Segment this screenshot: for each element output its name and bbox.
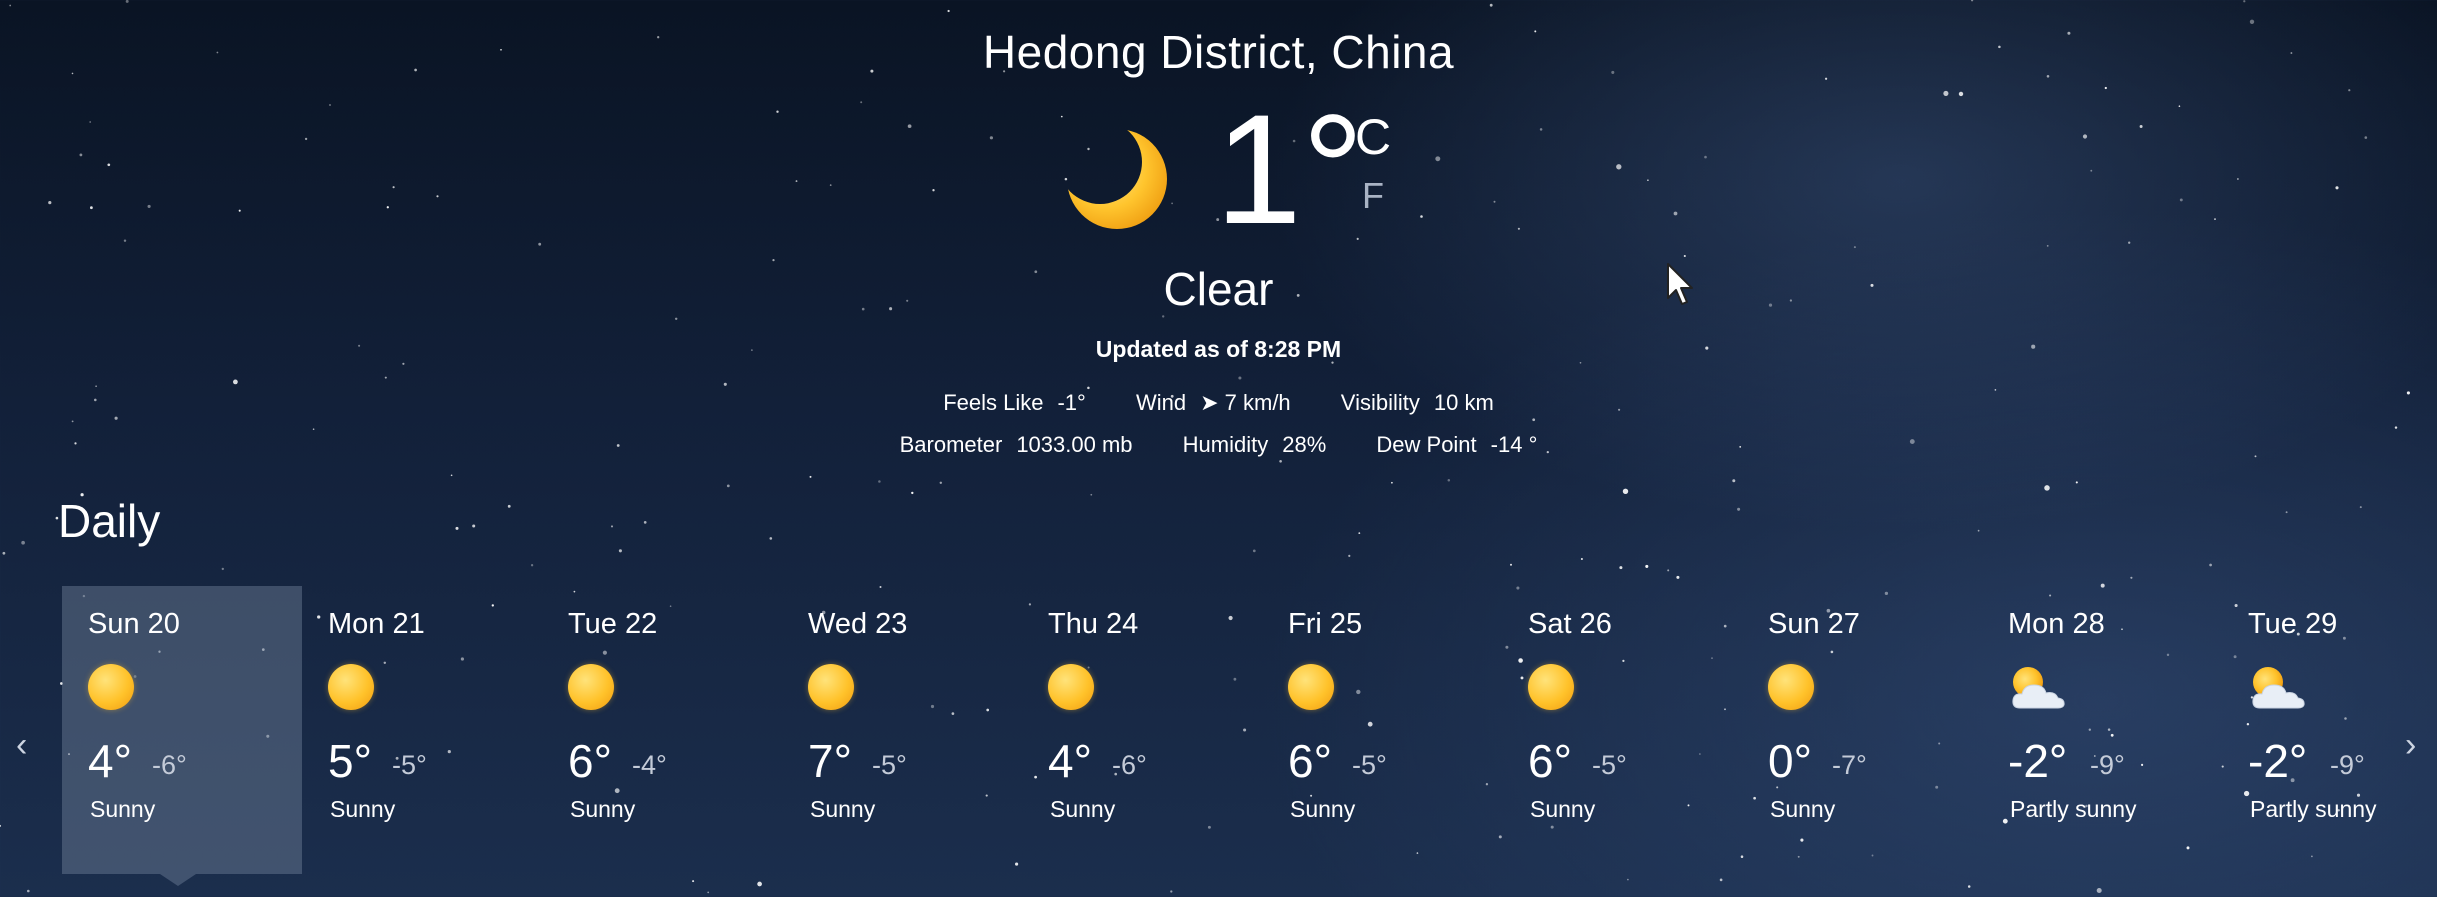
barometer-label: Barometer [899,432,1003,457]
forecast-condition: Sunny [1290,796,1356,822]
forecast-day-label: Mon 28 [2008,608,2105,640]
current-temperature: 1° [1215,83,1365,257]
humidity-label: Humidity [1182,432,1269,457]
forecast-condition: Sunny [330,796,396,822]
forecast-day-label: Wed 23 [808,608,908,640]
location-title: Hedong District, China [982,26,1455,78]
visibility: Visibility 10 km [1341,390,1494,416]
forecast-high-temp: 5° [328,735,372,787]
feels-like-value: -1° [1057,390,1086,415]
forecast-day-label: Thu 24 [1048,608,1139,640]
sun-icon [808,664,858,714]
forecast-day[interactable]: Tue 29 -2° -9° Partly sunny [2222,586,2437,874]
visibility-label: Visibility [1340,390,1420,415]
forecast-condition: Sunny [810,796,876,822]
barometer-value: 1033.00 mb [1016,432,1133,457]
sun-icon [1288,664,1338,714]
forecast-high-temp: -2° [2008,735,2068,787]
forecast-high-temp: 6° [1288,735,1332,787]
humidity-value: 28% [1282,432,1327,457]
sun-icon [88,664,138,714]
daily-forecast-list: Sun 20 4° -6° Sunny Mon 21 5° -5° Sunny Tue 22 6°… [62,586,2402,886]
humidity: Humidity 28% [1183,432,1327,458]
wind: Wind ➤ 7 km/h [1136,390,1291,416]
sun-icon [1768,664,1818,714]
forecast-day[interactable]: Sun 27 0° -7° Sunny [1742,586,1982,874]
forecast-high-temp: 4° [1048,735,1092,787]
forecast-day[interactable]: Wed 23 7° -5° Sunny [782,586,1022,874]
forecast-high-temp: -2° [2248,735,2308,787]
forecast-condition: Partly sunny [2010,796,2137,822]
forecast-condition: Sunny [570,796,636,822]
forecast-low-temp: -9° [2330,750,2365,780]
current-condition: Clear [1163,263,1274,315]
forecast-low-temp: -5° [1352,750,1387,780]
forecast-low-temp: -9° [2090,750,2125,780]
dew-point-label: Dew Point [1376,432,1477,457]
details-row-1: Feels Like -1° Wind ➤ 7 km/h Visibility 10 … [0,390,2437,416]
chevron-left-icon[interactable]: ‹ [16,726,27,765]
forecast-high-temp: 0° [1768,735,1812,787]
forecast-high-temp: 7° [808,735,852,787]
forecast-condition: Sunny [1770,796,1836,822]
forecast-day[interactable]: Fri 25 6° -5° Sunny [1262,586,1502,874]
forecast-day[interactable]: Mon 28 -2° -9° Partly sunny [1982,586,2222,874]
dew-point: Dew Point -14 ° [1376,432,1537,458]
wind-value: ➤ 7 km/h [1200,390,1291,415]
wind-label: Wind [1135,390,1187,415]
forecast-low-temp: -5° [872,750,907,780]
partly-sunny-icon [2248,664,2305,714]
sun-icon [1528,664,1578,714]
forecast-day[interactable]: Tue 22 6° -4° Sunny [542,586,782,874]
forecast-condition: Sunny [90,796,156,822]
forecast-low-temp: -6° [152,750,187,780]
forecast-low-temp: -7° [1832,750,1867,780]
updated-time: Updated as of 8:28 PM [1095,336,1342,362]
forecast-day-label: Mon 21 [328,608,425,640]
daily-section-title: Daily [58,495,161,547]
forecast-day-label: Sun 27 [1768,608,1860,640]
partly-sunny-icon [2008,664,2065,714]
forecast-day[interactable]: Thu 24 4° -6° Sunny [1022,586,1262,874]
forecast-high-temp: 4° [88,735,132,787]
sun-icon [568,664,618,714]
forecast-condition: Sunny [1530,796,1596,822]
forecast-day-label: Fri 25 [1288,608,1363,640]
forecast-day-label: Sat 26 [1528,608,1612,640]
crescent-moon-icon [1067,129,1167,229]
forecast-low-temp: -5° [392,750,427,780]
forecast-high-temp: 6° [1528,735,1572,787]
forecast-low-temp: -5° [1592,750,1627,780]
forecast-day-label: Tue 29 [2248,608,2338,640]
forecast-day[interactable]: Sat 26 6° -5° Sunny [1502,586,1742,874]
celsius-toggle[interactable]: C [1355,108,1391,166]
barometer: Barometer 1033.00 mb [900,432,1133,458]
forecast-day-label: Sun 20 [88,608,180,640]
forecast-condition: Partly sunny [2250,796,2377,822]
forecast-high-temp: 6° [568,735,612,787]
forecast-day[interactable]: Sun 20 4° -6° Sunny [62,586,302,886]
sun-icon [328,664,378,714]
visibility-value: 10 km [1433,390,1494,415]
feels-like-label: Feels Like [943,390,1044,415]
forecast-condition: Sunny [1050,796,1116,822]
forecast-day-label: Tue 22 [568,608,658,640]
feels-like: Feels Like -1° [943,390,1086,416]
forecast-day[interactable]: Mon 21 5° -5° Sunny [302,586,542,874]
forecast-low-temp: -4° [632,750,667,780]
details-row-2: Barometer 1033.00 mb Humidity 28% Dew Poin… [0,432,2437,458]
forecast-low-temp: -6° [1112,750,1147,780]
fahrenheit-toggle[interactable]: F [1362,175,1384,217]
selected-day-pointer [160,874,196,886]
dew-point-value: -14 ° [1490,432,1538,457]
mouse-cursor-icon [1667,263,1693,305]
sun-icon [1048,664,1098,714]
